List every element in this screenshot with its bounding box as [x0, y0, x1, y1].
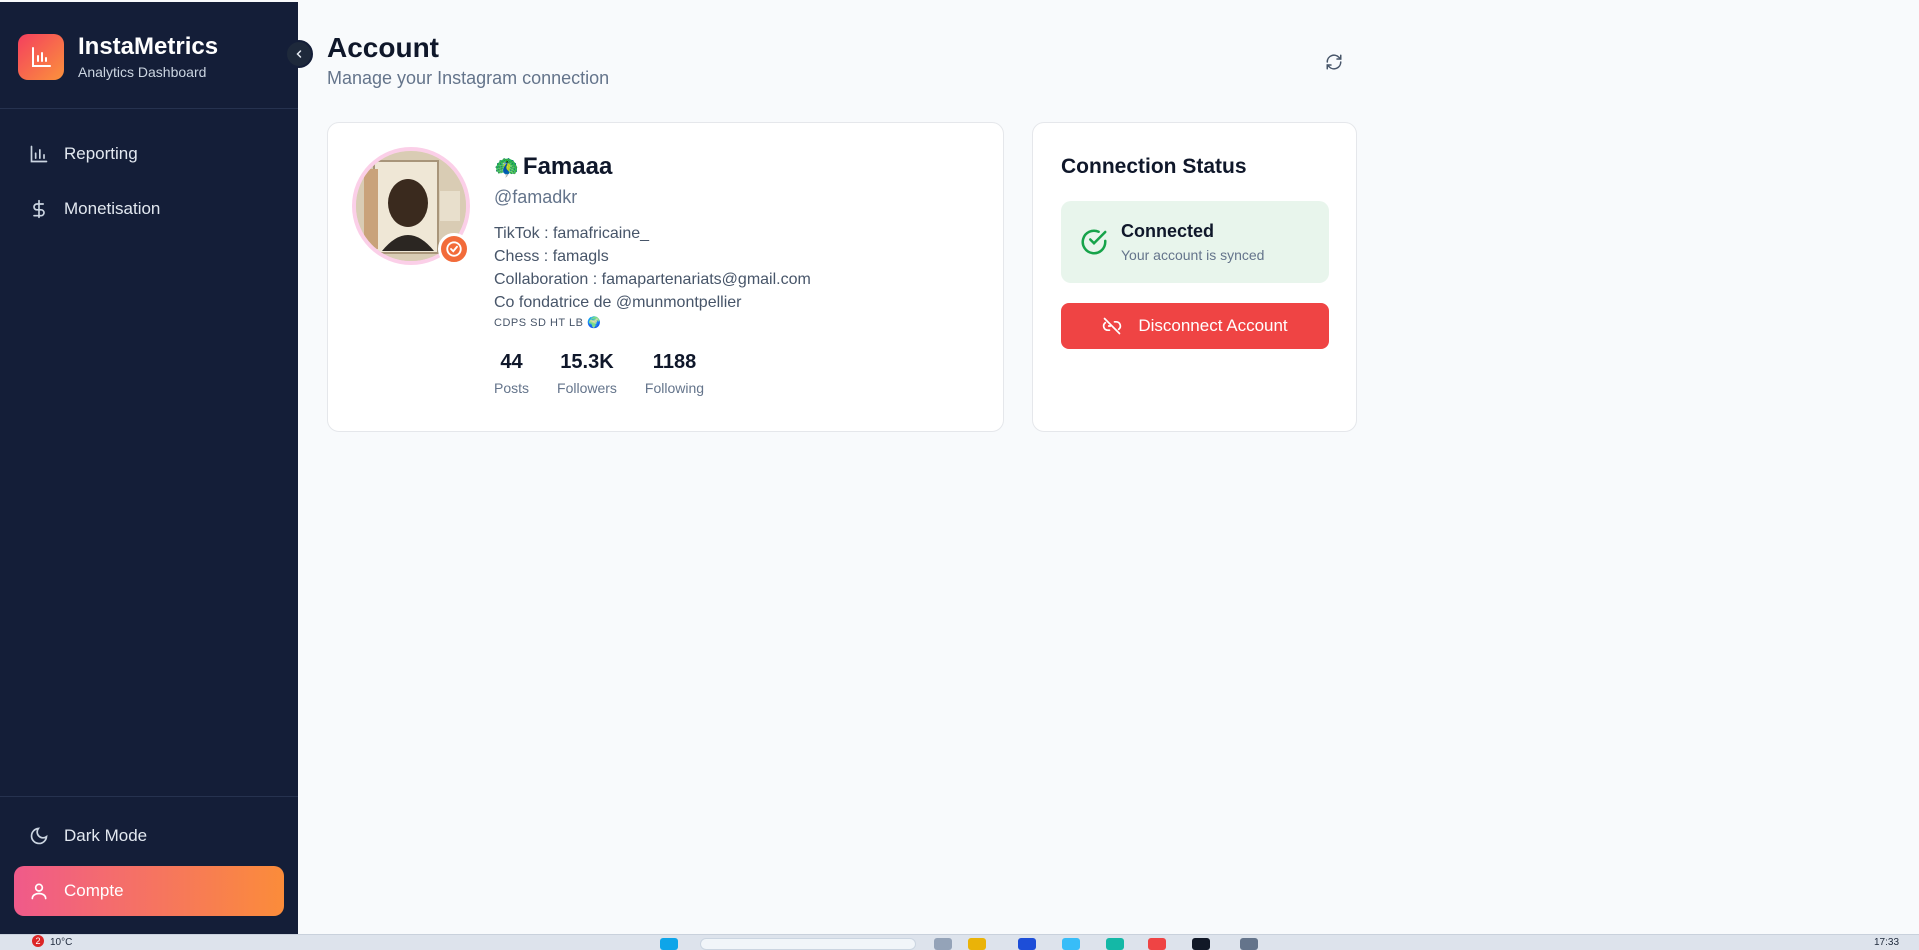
status-badge: Connected Your account is synced — [1061, 201, 1329, 283]
folder-icon[interactable] — [968, 938, 986, 950]
disconnect-label: Disconnect Account — [1138, 316, 1288, 335]
chevron-left-icon — [296, 50, 302, 58]
app-icon[interactable] — [1106, 938, 1124, 950]
os-taskbar: 2 10°C 17:33 — [0, 934, 1919, 950]
disconnect-account-button[interactable]: Disconnect Account — [1061, 303, 1329, 349]
start-icon[interactable] — [660, 938, 678, 950]
sidebar-divider — [0, 108, 298, 109]
sidebar-item-compte[interactable]: Compte — [14, 866, 284, 916]
taskbar-clock: 17:33 — [1874, 937, 1900, 948]
check-circle-icon — [1079, 227, 1109, 262]
stat-followers: 15.3K Followers — [557, 351, 617, 396]
bar-chart-icon — [28, 143, 50, 165]
stat-following: 1188 Following — [645, 351, 704, 396]
refresh-icon — [1326, 54, 1342, 70]
dark-mode-toggle[interactable]: Dark Mode — [14, 813, 284, 859]
status-description: Your account is synced — [1121, 247, 1265, 263]
weather-widget[interactable]: 10°C — [50, 937, 72, 948]
chrome-icon[interactable] — [1148, 938, 1166, 950]
stat-label: Posts — [494, 380, 530, 396]
store-icon[interactable] — [1062, 938, 1080, 950]
status-label: Connected — [1121, 221, 1215, 241]
collapse-sidebar-button[interactable] — [285, 40, 313, 68]
brand[interactable]: InstaMetrics Analytics Dashboard — [18, 34, 218, 80]
file-explorer-icon[interactable] — [934, 938, 952, 950]
bar-chart-icon — [18, 34, 64, 80]
moon-icon — [28, 825, 50, 847]
bio-line: Co fondatrice de @munmontpellier — [494, 294, 742, 311]
sidebar-item-label: Compte — [64, 881, 124, 900]
connection-status-title: Connection Status — [1061, 155, 1247, 178]
profile-bio: TikTok : famafricaine_ Chess : famagls C… — [494, 222, 974, 329]
page-subtitle: Manage your Instagram connection — [327, 68, 610, 88]
dollar-icon — [28, 198, 50, 220]
unlink-icon — [1102, 316, 1122, 336]
connection-status-card: Connection Status Connected Your account… — [1032, 122, 1357, 432]
stat-value: 44 — [500, 351, 523, 373]
bio-tags: CDPS SD HT LB 🌍 — [494, 317, 602, 329]
app-window: InstaMetrics Analytics Dashboard Reporti… — [0, 0, 1919, 950]
sidebar-item-reporting[interactable]: Reporting — [14, 131, 284, 177]
profile-handle: @famadkr — [494, 187, 578, 207]
edge-icon[interactable] — [1018, 938, 1036, 950]
profile-info: 🦚 Famaaa @famadkr TikTok : famafricaine_… — [494, 153, 974, 396]
stat-value: 1188 — [652, 351, 697, 373]
stat-label: Followers — [557, 380, 617, 396]
profile-card: 🦚 Famaaa @famadkr TikTok : famafricaine_… — [327, 122, 1004, 432]
sidebar-item-label: Monetisation — [64, 199, 161, 218]
sidebar-item-label: Reporting — [64, 144, 138, 163]
profile-name: 🦚 Famaaa — [494, 153, 974, 181]
profile-stats: 44 Posts 15.3K Followers 1188 Following — [494, 351, 974, 396]
brand-title: InstaMetrics — [78, 33, 219, 60]
stat-label: Following — [644, 380, 705, 396]
stat-posts: 44 Posts — [494, 351, 529, 396]
sidebar: InstaMetrics Analytics Dashboard Reporti… — [0, 2, 298, 934]
stat-value: 15.3K — [560, 351, 614, 373]
dark-mode-label: Dark Mode — [64, 826, 148, 845]
notification-badge[interactable]: 2 — [32, 935, 44, 947]
user-icon — [28, 880, 50, 902]
page-title: Account — [327, 32, 439, 63]
sidebar-divider — [0, 796, 298, 797]
taskbar-search-input[interactable] — [700, 938, 916, 950]
profile-name-text: Famaaa — [522, 153, 613, 180]
bio-line: Collaboration : famapartenariats@gmail.c… — [494, 271, 811, 288]
brand-subtitle: Analytics Dashboard — [78, 64, 207, 80]
bio-line: Chess : famagls — [494, 248, 609, 265]
terminal-icon[interactable] — [1192, 938, 1210, 950]
sidebar-item-monetisation[interactable]: Monetisation — [14, 186, 284, 232]
verified-badge-icon — [438, 233, 470, 265]
refresh-button[interactable] — [1322, 50, 1346, 74]
bio-line: TikTok : famafricaine_ — [494, 225, 650, 242]
taskbar-app-icon[interactable] — [1240, 938, 1258, 950]
profile-name-emoji: 🦚 — [494, 156, 519, 179]
